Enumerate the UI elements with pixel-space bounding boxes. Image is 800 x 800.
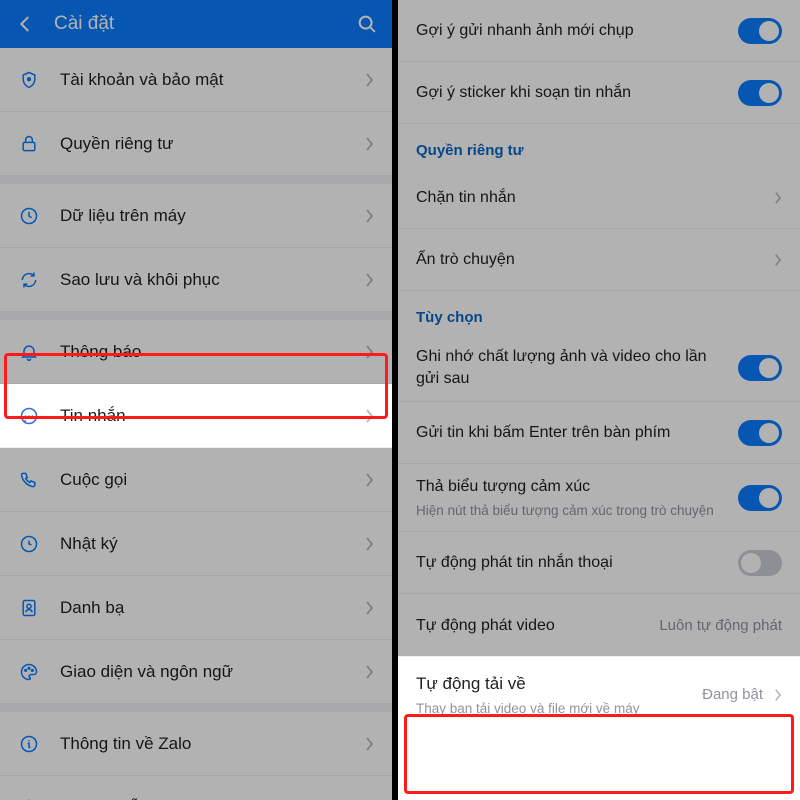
settings-row-timeline[interactable]: Nhật ký [0, 512, 392, 576]
settings-row-label: Thông tin về Zalo [60, 734, 344, 754]
chevron-right-icon [364, 472, 374, 488]
search-icon[interactable] [356, 13, 378, 35]
settings-row-label: Tin nhắn [60, 406, 344, 426]
contacts-icon [18, 598, 40, 618]
settings-row-appearance[interactable]: Giao diện và ngôn ngữ [0, 640, 392, 704]
chat-icon [18, 406, 40, 426]
info-icon [18, 734, 40, 754]
settings-row-notifications[interactable]: Thông báo [0, 320, 392, 384]
messages-pane: Gợi ý gửi nhanh ảnh mới chụp Gợi ý stick… [398, 0, 800, 800]
row-emoji-react[interactable]: Thả biểu tượng cảm xúc Hiện nút thả biểu… [398, 464, 800, 532]
settings-row-messages[interactable]: Tin nhắn [0, 384, 392, 448]
toggle-switch[interactable] [738, 485, 782, 511]
section-header-privacy: Quyền riêng tư [398, 124, 800, 167]
toggle-switch[interactable] [738, 18, 782, 44]
divider [0, 704, 392, 712]
settings-row-label: Giao diện và ngôn ngữ [60, 662, 344, 682]
settings-row-label: Thông báo [60, 342, 344, 362]
divider [0, 312, 392, 320]
toggle-switch[interactable] [738, 355, 782, 381]
row-autoplay-voice[interactable]: Tự động phát tin nhắn thoại [398, 532, 800, 594]
settings-row-data[interactable]: Dữ liệu trên máy [0, 184, 392, 248]
row-trail-text: Luôn tự động phát [659, 617, 782, 634]
chevron-right-icon [364, 344, 374, 360]
back-icon[interactable] [14, 13, 36, 35]
settings-row-account[interactable]: Tài khoản và bảo mật [0, 48, 392, 112]
divider [0, 176, 392, 184]
chevron-right-icon [364, 408, 374, 424]
row-hide-chat[interactable]: Ẩn trò chuyện [398, 229, 800, 291]
row-label: Gợi ý gửi nhanh ảnh mới chụp [416, 20, 724, 42]
row-label: Chặn tin nhắn [416, 187, 759, 209]
chevron-right-icon [364, 664, 374, 680]
row-remember-quality[interactable]: Ghi nhớ chất lượng ảnh và video cho lần … [398, 334, 800, 402]
settings-row-calls[interactable]: Cuộc gọi [0, 448, 392, 512]
settings-row-backup[interactable]: Sao lưu và khôi phục [0, 248, 392, 312]
settings-row-contacts[interactable]: Danh bạ [0, 576, 392, 640]
chevron-right-icon [364, 536, 374, 552]
row-quick-photo-suggest[interactable]: Gợi ý gửi nhanh ảnh mới chụp [398, 0, 800, 62]
row-label: Thả biểu tượng cảm xúc [416, 476, 724, 498]
page-title: Cài đặt [54, 13, 114, 35]
chevron-right-icon [364, 736, 374, 752]
clock-icon [18, 206, 40, 226]
row-send-on-enter[interactable]: Gửi tin khi bấm Enter trên bàn phím [398, 402, 800, 464]
toggle-switch[interactable] [738, 420, 782, 446]
shield-icon [18, 70, 40, 90]
settings-row-label: Cuộc gọi [60, 470, 344, 490]
settings-row-label: Quyền riêng tư [60, 134, 344, 154]
bell-icon [18, 342, 40, 362]
settings-row-label: Sao lưu và khôi phục [60, 270, 344, 290]
row-label: Ẩn trò chuyện [416, 249, 759, 271]
row-block-messages[interactable]: Chặn tin nhắn [398, 167, 800, 229]
chevron-right-icon [364, 600, 374, 616]
chevron-right-icon [773, 688, 782, 702]
chevron-right-icon [364, 272, 374, 288]
chevron-right-icon [773, 253, 782, 267]
row-autoplay-video[interactable]: Tự động phát video Luôn tự động phát [398, 594, 800, 656]
clock-icon [18, 534, 40, 554]
row-auto-download[interactable]: Tự động tải về Thay bạn tải video và fil… [398, 656, 800, 732]
lock-icon [18, 134, 40, 154]
palette-icon [18, 662, 40, 682]
settings-row-about[interactable]: Thông tin về Zalo [0, 712, 392, 776]
row-label: Tự động tải về [416, 673, 688, 696]
row-label: Gợi ý sticker khi soạn tin nhắn [416, 82, 724, 104]
settings-row-privacy[interactable]: Quyền riêng tư [0, 112, 392, 176]
settings-row-label: Dữ liệu trên máy [60, 206, 344, 226]
settings-row-label: Nhật ký [60, 534, 344, 554]
row-label: Gửi tin khi bấm Enter trên bàn phím [416, 422, 724, 444]
row-trail-text: Đang bật [702, 686, 763, 703]
chevron-right-icon [364, 136, 374, 152]
toggle-switch[interactable] [738, 550, 782, 576]
row-sublabel: Thay bạn tải video và file mới về máy [416, 700, 688, 718]
toggle-switch[interactable] [738, 80, 782, 106]
phone-icon [18, 470, 40, 490]
settings-row-label: Danh bạ [60, 598, 344, 618]
row-sublabel: Hiện nút thả biểu tượng cảm xúc trong tr… [416, 502, 724, 520]
chevron-right-icon [773, 191, 782, 205]
settings-header: Cài đặt [0, 0, 392, 48]
row-label: Ghi nhớ chất lượng ảnh và video cho lần … [416, 346, 724, 389]
chevron-right-icon [364, 72, 374, 88]
row-label: Tự động phát tin nhắn thoại [416, 552, 724, 574]
chevron-right-icon [364, 208, 374, 224]
section-header-options: Tùy chọn [398, 291, 800, 334]
settings-row-support[interactable]: Liên hệ hỗ trợ [0, 776, 392, 800]
sync-icon [18, 270, 40, 290]
settings-row-label: Tài khoản và bảo mật [60, 70, 344, 90]
settings-pane: Cài đặt Tài khoản và bảo mật Quyền riêng… [0, 0, 398, 800]
row-label: Tự động phát video [416, 615, 645, 637]
row-sticker-suggest[interactable]: Gợi ý sticker khi soạn tin nhắn [398, 62, 800, 124]
